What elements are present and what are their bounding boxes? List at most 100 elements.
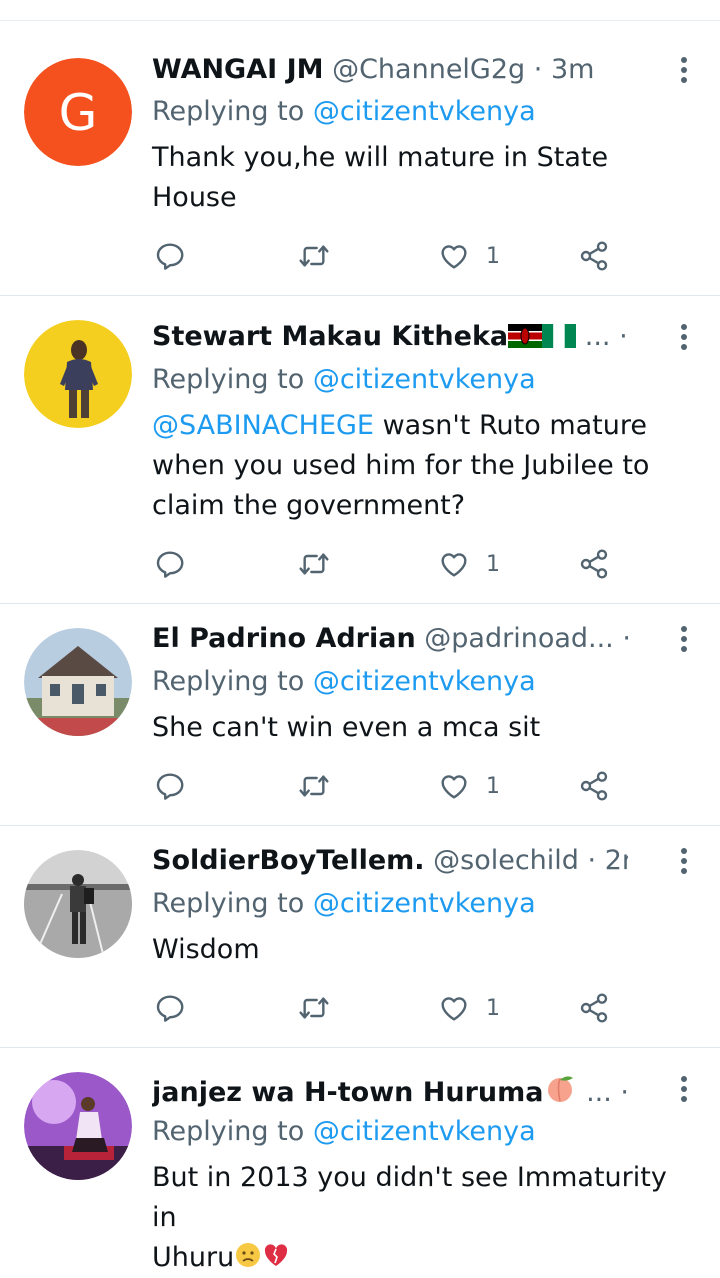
share-button[interactable] — [578, 544, 610, 584]
handle[interactable]: @ChannelG2g — [332, 54, 525, 85]
reply-mention-link[interactable]: @citizentvkenya — [313, 666, 536, 697]
retweet-button[interactable] — [298, 236, 330, 276]
display-name[interactable]: janjez wa H-town Huruma — [152, 1077, 543, 1108]
handle[interactable]: @padrinoad... — [424, 623, 614, 654]
kenya-flag-icon — [508, 324, 543, 348]
action-bar: 1 — [152, 766, 622, 806]
tweet[interactable]: G WANGAI JM @ChannelG2g · 3m Replying to… — [0, 35, 720, 296]
tweet-text: But in 2013 you didn't see Immaturity in… — [152, 1158, 696, 1278]
like-button[interactable]: 1 — [438, 544, 500, 584]
tweet-text-line: House — [152, 182, 237, 213]
tweet-text-line: She can't win even a mca sit — [152, 712, 541, 743]
separator-dot: · — [587, 845, 597, 876]
timestamp[interactable]: 2m — [605, 845, 628, 876]
crying-emoji-icon — [236, 1243, 261, 1267]
reply-button[interactable] — [154, 544, 186, 584]
replying-to: Replying to @citizentvkenya — [152, 95, 536, 129]
like-icon — [441, 245, 467, 269]
separator-dot: · — [533, 54, 543, 85]
like-icon — [441, 775, 467, 799]
reply-mention-link[interactable]: @citizentvkenya — [313, 888, 536, 919]
tweet-text-line: claim the government? — [152, 490, 466, 521]
replying-prefix: Replying to — [152, 888, 313, 919]
reply-mention-link[interactable]: @citizentvkenya — [313, 364, 536, 395]
separator-dot: · — [619, 321, 628, 352]
retweet-button[interactable] — [298, 544, 330, 584]
tweet-text-fragment: wasn't Ruto mature — [374, 410, 647, 441]
replying-to: Replying to @citizentvkenya — [152, 1115, 536, 1149]
share-button[interactable] — [578, 236, 610, 276]
mention-link[interactable]: @SABINACHEGE — [152, 410, 374, 441]
nigeria-flag-icon — [542, 324, 577, 348]
retweet-button[interactable] — [298, 766, 330, 806]
action-bar: 1 — [152, 544, 622, 584]
like-button[interactable]: 1 — [438, 988, 500, 1028]
more-vertical-icon[interactable] — [674, 53, 694, 87]
share-icon — [580, 771, 608, 801]
reply-icon — [156, 551, 184, 578]
share-button[interactable] — [578, 988, 610, 1028]
replying-to: Replying to @citizentvkenya — [152, 887, 536, 921]
reply-button[interactable] — [154, 988, 186, 1028]
reply-button[interactable] — [154, 766, 186, 806]
like-button[interactable]: 1 — [438, 236, 500, 276]
tweet-text-fragment: Uhuru — [152, 1242, 235, 1273]
display-name[interactable]: El Padrino Adrian — [152, 623, 416, 654]
tweet-text-line: But in 2013 you didn't see Immaturity in — [152, 1162, 667, 1233]
retweet-icon — [299, 775, 329, 797]
reply-icon — [156, 773, 184, 800]
retweet-icon — [299, 553, 329, 575]
top-divider — [0, 20, 720, 21]
action-bar: 1 — [152, 988, 622, 1028]
replying-to: Replying to @citizentvkenya — [152, 665, 536, 699]
avatar[interactable] — [24, 628, 132, 736]
action-bar: 1 — [152, 236, 622, 276]
like-count: 1 — [486, 551, 500, 577]
display-name[interactable]: SoldierBoyTellem. — [152, 845, 425, 876]
handle[interactable]: @solechild — [433, 845, 579, 876]
more-vertical-icon[interactable] — [674, 1072, 694, 1106]
tweet[interactable]: Stewart Makau Kitheka ... · 5m Replying … — [0, 296, 720, 604]
tweet-text: @SABINACHEGE wasn't Ruto mature when you… — [152, 406, 696, 526]
tweet[interactable]: El Padrino Adrian @padrinoad... · 7m Rep… — [0, 604, 720, 826]
avatar[interactable] — [24, 320, 132, 428]
tweet[interactable]: SoldierBoyTellem. @solechild · 2m Replyi… — [0, 826, 720, 1048]
reply-button[interactable] — [154, 236, 186, 276]
replying-prefix: Replying to — [152, 96, 313, 127]
more-vertical-icon[interactable] — [674, 320, 694, 354]
avatar[interactable] — [24, 850, 132, 958]
tweet-header: SoldierBoyTellem. @solechild · 2m — [152, 844, 628, 878]
more-vertical-icon[interactable] — [674, 622, 694, 656]
like-icon — [441, 997, 467, 1021]
like-count: 1 — [486, 995, 500, 1021]
tweet-text-line: Uhuru — [152, 1238, 696, 1278]
separator-dot: · — [620, 1077, 628, 1108]
reply-icon — [156, 243, 184, 270]
avatar[interactable]: G — [24, 58, 132, 166]
reply-icon — [156, 995, 184, 1022]
tweet[interactable]: janjez wa H-town Huruma ... · 22s Replyi… — [0, 1048, 720, 1273]
more-vertical-icon[interactable] — [674, 844, 694, 878]
like-icon — [441, 553, 467, 577]
broken-heart-icon — [265, 1244, 288, 1266]
timestamp[interactable]: 3m — [551, 54, 594, 85]
tweet-text: Thank you,he will mature in State House — [152, 138, 696, 218]
share-button[interactable] — [578, 766, 610, 806]
reply-mention-link[interactable]: @citizentvkenya — [313, 1116, 536, 1147]
display-name[interactable]: Stewart Makau Kitheka — [152, 321, 508, 352]
share-icon — [580, 549, 608, 579]
avatar-letter: G — [59, 84, 98, 142]
replying-prefix: Replying to — [152, 364, 313, 395]
name-ellipsis: ... — [586, 1077, 612, 1108]
tweet-header: El Padrino Adrian @padrinoad... · 7m — [152, 622, 628, 656]
tweet-header: janjez wa H-town Huruma ... · 22s — [152, 1072, 628, 1110]
tweet-text-line: @SABINACHEGE wasn't Ruto mature — [152, 406, 696, 446]
avatar[interactable] — [24, 1072, 132, 1180]
tweet-header: WANGAI JM @ChannelG2g · 3m — [152, 53, 628, 87]
reply-mention-link[interactable]: @citizentvkenya — [313, 96, 536, 127]
like-count: 1 — [486, 243, 500, 269]
display-name[interactable]: WANGAI JM — [152, 54, 323, 85]
separator-dot: · — [622, 623, 628, 654]
like-button[interactable]: 1 — [438, 766, 500, 806]
retweet-button[interactable] — [298, 988, 330, 1028]
